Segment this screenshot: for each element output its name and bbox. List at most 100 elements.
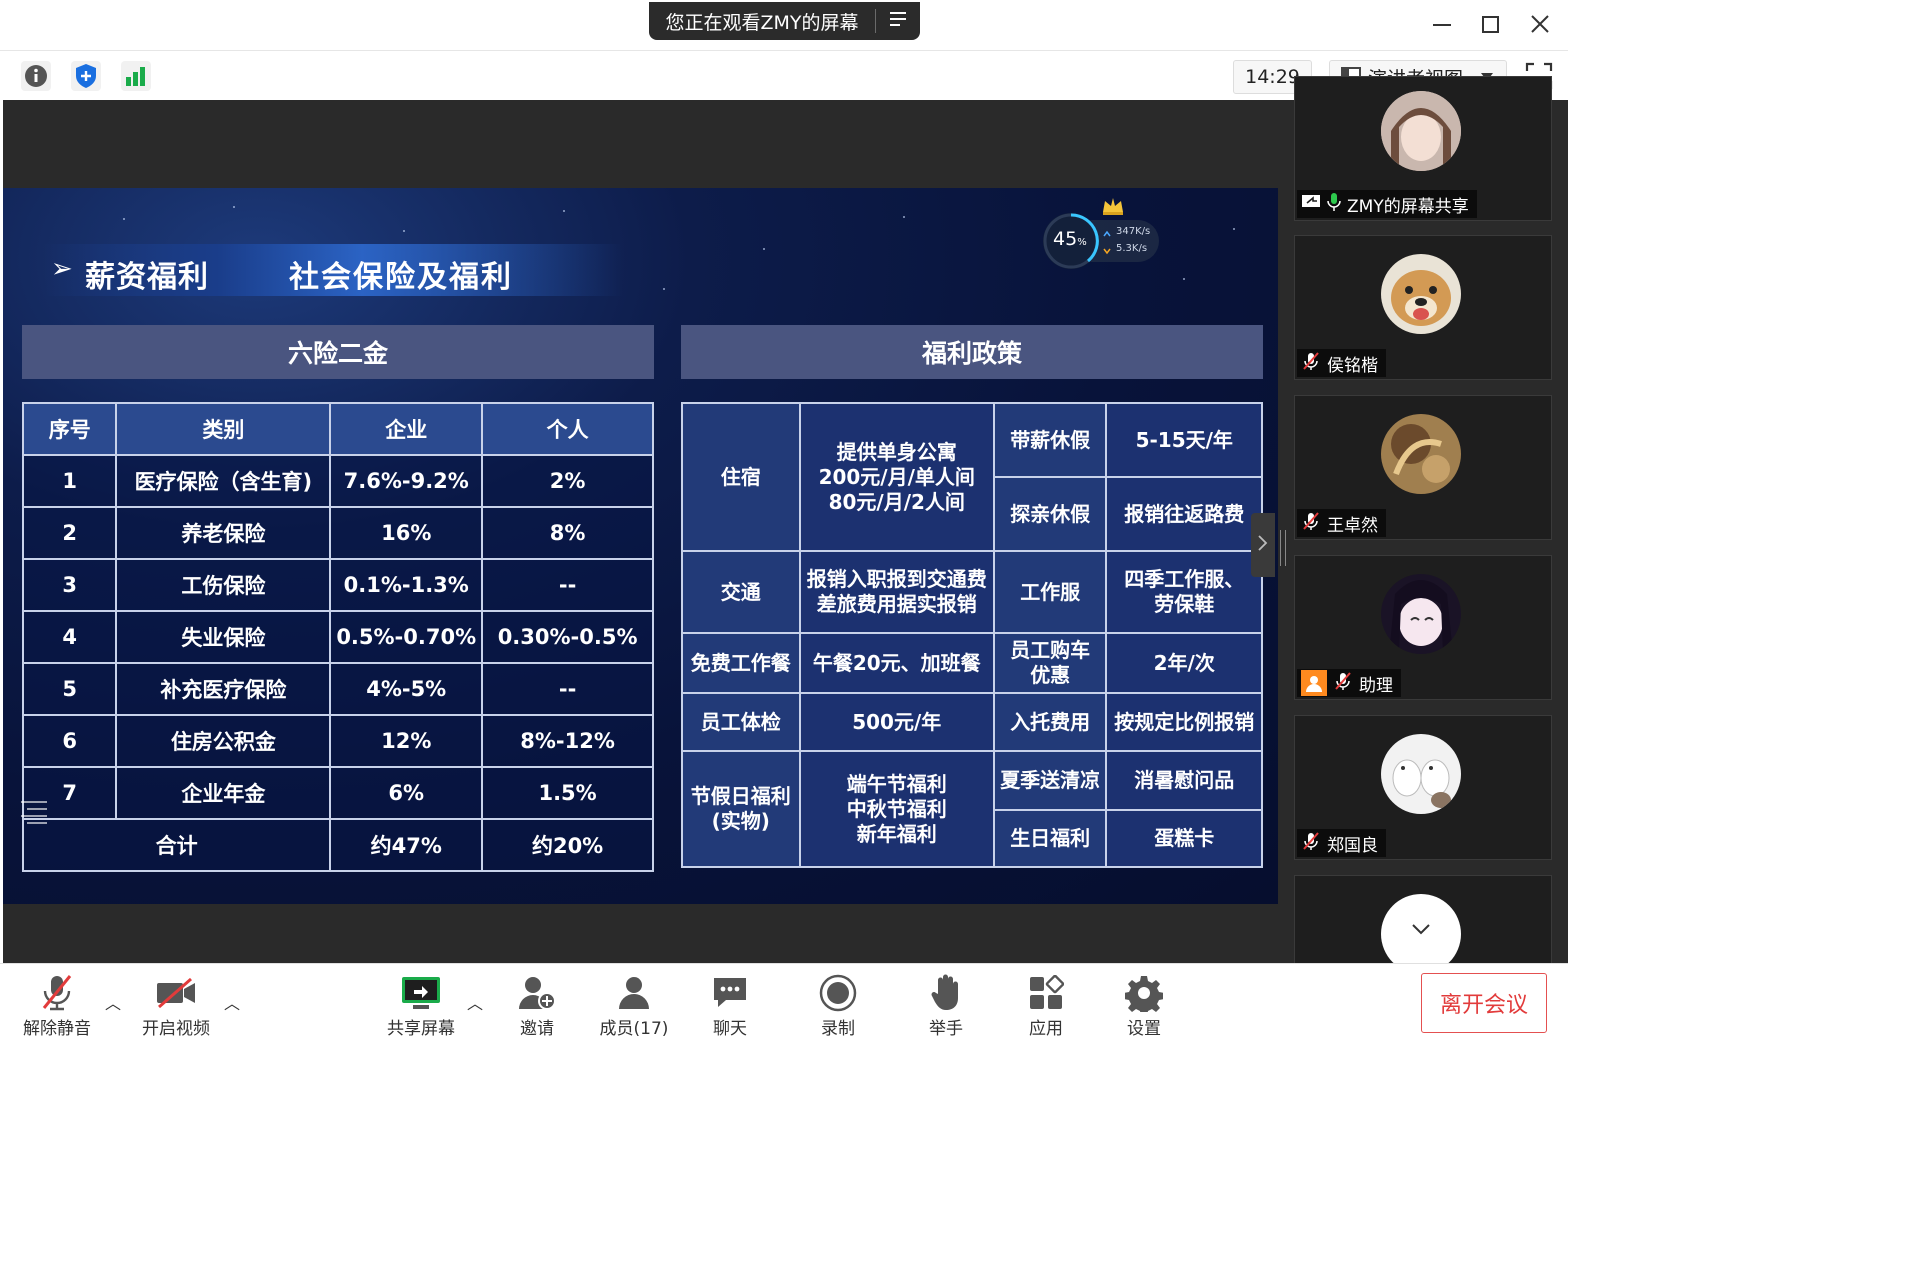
invite-button[interactable]: 邀请	[492, 972, 582, 1039]
hand-icon	[901, 972, 991, 1014]
transport-label: 交通	[681, 550, 801, 634]
chat-button[interactable]: 聊天	[685, 972, 775, 1039]
holiday-label: 节假日福利 (实物)	[681, 750, 801, 868]
participant-namebar: 郑国良	[1297, 829, 1386, 857]
holiday-label-line: (实物)	[711, 809, 770, 833]
microphone-muted-icon	[1301, 511, 1321, 536]
table-cell: 工伤保险	[115, 558, 332, 612]
unmute-button[interactable]: 解除静音	[12, 972, 102, 1039]
start-video-button[interactable]: 开启视频	[131, 972, 221, 1039]
childcare-value: 按规定比例报销	[1105, 692, 1263, 752]
raise-hand-label: 举手	[929, 1019, 963, 1039]
table-row: 员工体检 500元/年 入托费用 按规定比例报销	[681, 692, 1263, 752]
participant-tile[interactable]: ZMY的屏幕共享	[1294, 76, 1552, 221]
table-row: 住宿 提供单身公寓 200元/月/单人间 80元/月/2人间 带薪休假 5-15…	[681, 402, 1263, 552]
participant-name: 郑国良	[1327, 835, 1378, 856]
members-icon	[589, 972, 679, 1014]
members-button[interactable]: 成员(17)	[589, 972, 679, 1039]
share-screen-button[interactable]: 共享屏幕	[376, 972, 466, 1039]
paid-leave-value: 5-15天/年	[1105, 402, 1263, 478]
table-cell: 4%-5%	[329, 662, 484, 716]
table-cell: 0.30%-0.5%	[481, 610, 654, 664]
participant-tile[interactable]: 助理	[1294, 555, 1552, 700]
table-row: 6 住房公积金 12% 8%-12%	[21, 714, 654, 768]
total-company: 约47%	[329, 818, 484, 872]
slide-list-icon[interactable]	[19, 798, 49, 830]
avatar	[1381, 734, 1461, 814]
insurance-table: 序号 类别 企业 个人 1 医疗保险（含生育) 7.6%-9.2% 2% 2 养…	[21, 402, 654, 872]
share-options-caret-icon[interactable]: ︿	[467, 990, 483, 1014]
microphone-icon	[1327, 192, 1341, 217]
participant-name: 王卓然	[1327, 515, 1378, 536]
star-decoration	[903, 216, 905, 218]
table-row: 1 医疗保险（含生育) 7.6%-9.2% 2%	[21, 454, 654, 508]
chat-label: 聊天	[713, 1019, 747, 1039]
record-button[interactable]: 录制	[793, 972, 883, 1039]
security-shield-icon[interactable]	[71, 61, 101, 91]
car-value: 2年/次	[1105, 632, 1263, 694]
table-cell: --	[481, 662, 654, 716]
video-options-caret-icon[interactable]: ︿	[224, 990, 240, 1014]
meal-label: 免费工作餐	[681, 632, 801, 694]
screen-share-banner[interactable]: 您正在观看ZMY的屏幕	[649, 2, 920, 40]
holiday-details: 端午节福利 中秋节福利 新年福利	[798, 750, 995, 868]
table-cell: 2	[21, 506, 118, 560]
uniform-details: 四季工作服、 劳保鞋	[1105, 550, 1263, 634]
table-cell: 7.6%-9.2%	[329, 454, 484, 508]
table-cell: 1	[21, 454, 118, 508]
table-cell: 医疗保险（含生育)	[115, 454, 332, 508]
table-cell: 0.1%-1.3%	[329, 558, 484, 612]
birthday-value: 蛋糕卡	[1105, 809, 1263, 868]
table-total-row: 合计 约47% 约20%	[21, 818, 654, 872]
star-decoration	[403, 230, 405, 232]
presentation-slide: ➢ 薪资福利 社会保险及福利 45% 347K/s 5.3K/s 六险二金 福利…	[3, 188, 1278, 904]
shared-screen-area: ➢ 薪资福利 社会保险及福利 45% 347K/s 5.3K/s 六险二金 福利…	[3, 100, 1278, 963]
avatar	[1381, 254, 1461, 334]
maximize-icon[interactable]	[1479, 12, 1503, 36]
meeting-controls: 解除静音 ︿ 开启视频 ︿ 共享屏幕 ︿ 邀请 成员(17) 聊天 录制 举手 …	[0, 963, 1568, 1046]
collapse-side-panel-button[interactable]	[1251, 513, 1275, 577]
header-cell: 个人	[481, 402, 654, 456]
table-cell: 住房公积金	[115, 714, 332, 768]
table-cell: 8%-12%	[481, 714, 654, 768]
scroll-down-button[interactable]	[1381, 894, 1461, 974]
close-icon[interactable]	[1528, 12, 1552, 36]
star-decoration	[1233, 228, 1235, 230]
table-cell: 企业年金	[115, 766, 332, 820]
star-decoration	[663, 288, 665, 290]
checkup-value: 500元/年	[798, 692, 995, 752]
holiday-line: 端午节福利	[846, 771, 947, 796]
participant-tile[interactable]: 郑国良	[1294, 715, 1552, 860]
lodging-label: 住宿	[681, 402, 801, 552]
apps-button[interactable]: 应用	[1001, 972, 1091, 1039]
participant-tile[interactable]: 侯铭楷	[1294, 235, 1552, 380]
transport-line: 差旅费用据实报销	[816, 592, 977, 616]
table-cell: 补充医疗保险	[115, 662, 332, 716]
car-label-line: 优惠	[1030, 663, 1071, 687]
leave-meeting-button[interactable]: 离开会议	[1421, 973, 1547, 1033]
transport-details: 报销入职报到交通费 差旅费用据实报销	[798, 550, 995, 634]
table-cell: 6%	[329, 766, 484, 820]
participant-name: 助理	[1359, 675, 1393, 696]
table-row: 免费工作餐 午餐20元、加班餐 员工购车 优惠 2年/次	[681, 632, 1263, 694]
minimize-icon[interactable]	[1430, 12, 1454, 36]
family-leave-value: 报销往返路费	[1105, 476, 1263, 552]
raise-hand-button[interactable]: 举手	[901, 972, 991, 1039]
apps-grid-icon	[1001, 972, 1091, 1014]
audio-options-caret-icon[interactable]: ︿	[105, 990, 121, 1014]
header-cell: 序号	[21, 402, 118, 456]
lodging-details: 提供单身公寓 200元/月/单人间 80元/月/2人间	[798, 402, 995, 552]
settings-button[interactable]: 设置	[1099, 972, 1189, 1039]
panel-resize-handle[interactable]	[1280, 530, 1286, 566]
holiday-line: 中秋节福利	[846, 796, 947, 821]
lodging-line: 提供单身公寓	[836, 439, 957, 464]
menu-icon[interactable]	[876, 9, 920, 33]
signal-strength-icon[interactable]	[121, 61, 151, 91]
slide-heading-main: 薪资福利	[85, 260, 209, 295]
car-label: 员工购车 优惠	[992, 632, 1108, 694]
info-icon[interactable]	[21, 61, 51, 91]
participant-tile[interactable]: 王卓然	[1294, 395, 1552, 540]
add-user-icon	[492, 972, 582, 1014]
camera-off-icon	[131, 972, 221, 1014]
table-row: 2 养老保险 16% 8%	[21, 506, 654, 560]
